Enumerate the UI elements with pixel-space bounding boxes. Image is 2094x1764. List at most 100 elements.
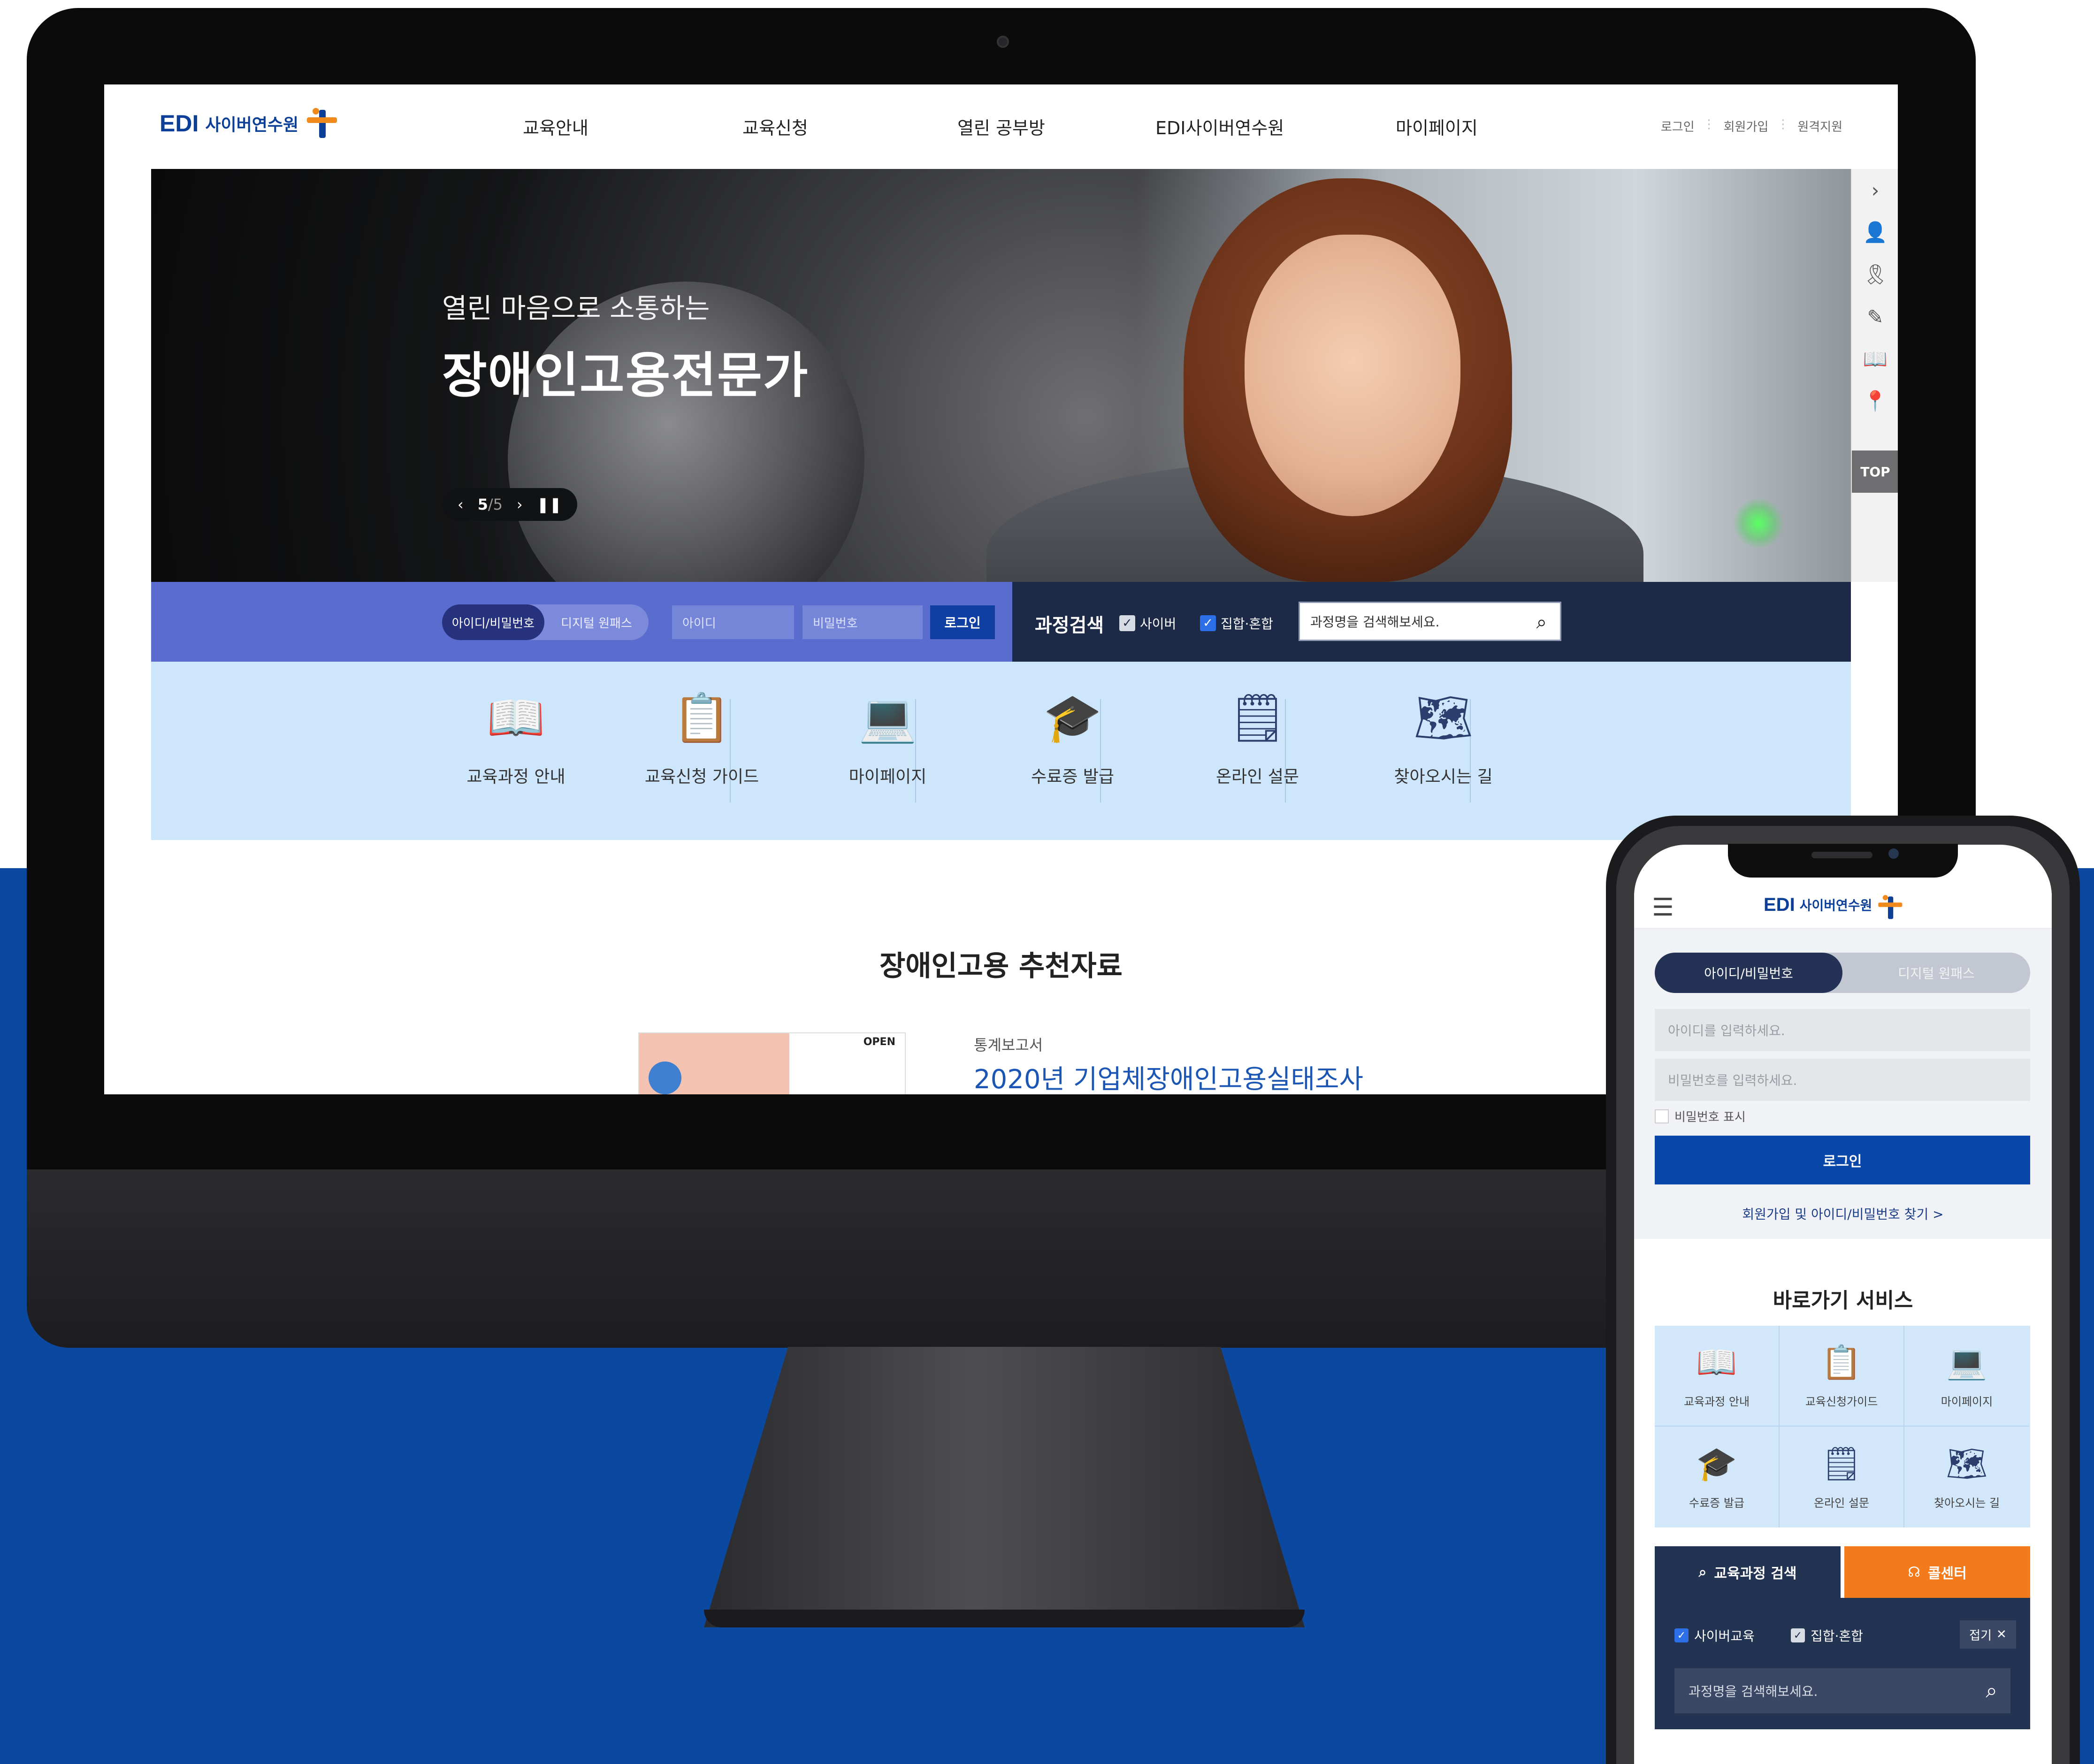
course-search-bar: 과정검색 ✓ 사이버 ✓ 집합·혼합 과정명을 검색해보세요. ⌕ (1012, 582, 1851, 662)
service-label: 마이페이지 (1941, 1395, 1993, 1408)
checkbox-unchecked-icon (1655, 1109, 1669, 1123)
login-bar: 아이디/비밀번호 디지털 원패스 아이디 비밀번호 로그인 (151, 582, 1012, 662)
phone-camera (1888, 848, 1899, 859)
util-join-link[interactable]: 회원가입 (1724, 117, 1769, 135)
location-pin-icon[interactable]: 📍 (1852, 380, 1898, 422)
search-icon[interactable]: ⌕ (1536, 611, 1547, 633)
tab-course-search[interactable]: ⌕ 교육과정 검색 (1655, 1546, 1841, 1598)
mobile-login-type-toggle: 아이디/비밀번호 디지털 원패스 (1655, 953, 2030, 993)
laptop-play-icon: 💻 (1946, 1343, 1987, 1382)
survey-document-icon: 🗒 (1820, 1444, 1863, 1483)
checkbox-checked-icon: ✓ (1674, 1628, 1689, 1642)
quick-item-survey[interactable]: 🗒 온라인 설문 (1165, 690, 1350, 812)
slide-controls: ‹ 5/5 › ❚❚ (442, 488, 577, 521)
course-search-placeholder: 과정명을 검색해보세요. (1310, 614, 1440, 630)
map-pin-icon: 🗺 (1414, 690, 1473, 745)
shortcut-services-grid: 📖 교육과정 안내 📋 교육신청가이드 💻 마이페이지 🎓 수료증 발급 🗒 온… (1655, 1326, 2030, 1527)
quick-sidebar: › 👤 🎗 ✎ 📖 📍 TOP (1851, 169, 1898, 582)
util-login-link[interactable]: 로그인 (1661, 117, 1695, 135)
checkbox-cyber[interactable]: ✓ 사이버 (1119, 614, 1176, 633)
mobile-checkbox-cyber[interactable]: ✓ 사이버교육 (1674, 1626, 1755, 1645)
slide-current: 5 (477, 496, 488, 513)
tab-course-search-label: 교육과정 검색 (1714, 1565, 1797, 1582)
mobile-password-input[interactable]: 비밀번호를 입력하세요. (1655, 1059, 2030, 1101)
util-remote-link[interactable]: 원격지원 (1797, 117, 1842, 135)
nav-item-cyber-academy[interactable]: EDI사이버연수원 (1155, 114, 1284, 139)
service-mypage[interactable]: 💻 마이페이지 (1904, 1326, 2029, 1427)
mobile-search-box: ✓ 사이버교육 ✓ 집합·혼합 접기 ✕ 과정명을 검색해보세요. ⌕ (1655, 1598, 2030, 1729)
monitor-stand (704, 1347, 1305, 1627)
quick-item-label: 찾아오시는 길 (1394, 767, 1493, 787)
mobile-checkbox-group[interactable]: ✓ 집합·혼합 (1791, 1626, 1863, 1645)
hero-green-light (1733, 497, 1784, 549)
quick-item-mypage[interactable]: 💻 마이페이지 (795, 690, 980, 812)
nav-item-edu-apply[interactable]: 교육신청 (742, 114, 808, 139)
award-icon[interactable]: 🎗 (1852, 253, 1898, 296)
laptop-play-icon: 💻 (858, 690, 917, 745)
util-separator: ⋮ (1777, 117, 1789, 131)
mobile-tab-digital-onepass[interactable]: 디지털 원패스 (1842, 953, 2030, 993)
password-input[interactable]: 비밀번호 (802, 605, 923, 639)
service-label: 찾아오시는 길 (1934, 1496, 2000, 1510)
graduation-cap-icon: 🎓 (1696, 1444, 1737, 1483)
service-course-info[interactable]: 📖 교육과정 안내 (1655, 1326, 1780, 1427)
mobile-id-input[interactable]: 아이디를 입력하세요. (1655, 1009, 2030, 1051)
quick-item-label: 교육신청 가이드 (644, 767, 759, 787)
next-slide-icon[interactable]: › (517, 496, 523, 513)
chevron-right-icon[interactable]: › (1852, 169, 1898, 211)
search-icon: ⌕ (1698, 1564, 1707, 1581)
id-input[interactable]: 아이디 (672, 605, 794, 639)
nav-item-mypage[interactable]: 마이페이지 (1396, 114, 1478, 139)
quick-item-label: 교육과정 안내 (466, 767, 566, 787)
shortcut-services-title: 바로가기 서비스 (1773, 1289, 1913, 1313)
join-find-account-link[interactable]: 회원가입 및 아이디/비밀번호 찾기 > (1634, 1204, 2052, 1223)
hero-title: 장애인고용전문가 (442, 347, 809, 404)
checkbox-checked-icon: ✓ (1791, 1628, 1805, 1642)
login-button[interactable]: 로그인 (930, 605, 995, 639)
checkbox-group-label: 집합·혼합 (1221, 616, 1273, 632)
tab-call-center[interactable]: ☊ 콜센터 (1844, 1546, 2030, 1598)
checkbox-group[interactable]: ✓ 집합·혼합 (1200, 614, 1273, 633)
recommend-thumbnail[interactable]: OPEN (638, 1032, 906, 1094)
mobile-tab-id-password[interactable]: 아이디/비밀번호 (1655, 953, 1842, 993)
nav-item-study-room[interactable]: 열린 공부방 (957, 114, 1045, 139)
open-book-icon: 📖 (1696, 1343, 1737, 1382)
clipboard-pencil-icon: 📋 (1821, 1343, 1862, 1382)
service-apply-guide[interactable]: 📋 교육신청가이드 (1780, 1326, 1904, 1427)
course-search-input[interactable]: 과정명을 검색해보세요. ⌕ (1299, 602, 1561, 641)
global-nav: 교육안내 교육신청 열린 공부방 EDI사이버연수원 마이페이지 (104, 114, 1898, 142)
quick-item-label: 온라인 설문 (1215, 767, 1299, 787)
survey-document-icon: 🗒 (1228, 690, 1287, 745)
hamburger-menu-icon[interactable]: ☰ (1652, 893, 1674, 922)
tab-id-password[interactable]: 아이디/비밀번호 (442, 604, 544, 640)
user-icon[interactable]: 👤 (1852, 211, 1898, 253)
mobile-logo[interactable]: EDI 사이버연수원 (1764, 892, 1903, 919)
mobile-login-button[interactable]: 로그인 (1655, 1136, 2030, 1184)
course-search-label: 과정검색 (1035, 615, 1104, 636)
tab-call-center-label: 콜센터 (1927, 1565, 1967, 1582)
scroll-top-button[interactable]: TOP (1852, 451, 1898, 493)
service-survey[interactable]: 🗒 온라인 설문 (1780, 1427, 1904, 1527)
service-label: 온라인 설문 (1813, 1496, 1870, 1510)
headset-icon: ☊ (1908, 1564, 1920, 1581)
quick-item-certificate[interactable]: 🎓 수료증 발급 (980, 690, 1165, 812)
pencil-icon[interactable]: ✎ (1852, 296, 1898, 338)
close-icon: ✕ (1996, 1627, 2007, 1642)
quick-item-course-info[interactable]: 📖 교육과정 안내 (423, 690, 609, 812)
quick-item-directions[interactable]: 🗺 찾아오시는 길 (1351, 690, 1536, 812)
service-certificate[interactable]: 🎓 수료증 발급 (1655, 1427, 1780, 1527)
service-directions[interactable]: 🗺 찾아오시는 길 (1904, 1427, 2029, 1527)
pause-icon[interactable]: ❚❚ (536, 496, 562, 513)
prev-slide-icon[interactable]: ‹ (458, 496, 464, 513)
recommend-item-title[interactable]: 2020년 기업체장애인고용실태조사 (974, 1058, 1363, 1094)
nav-item-edu-info[interactable]: 교육안내 (523, 114, 588, 139)
search-icon[interactable]: ⌕ (1986, 1679, 1997, 1703)
service-label: 교육과정 안내 (1683, 1395, 1750, 1408)
fold-button[interactable]: 접기 ✕ (1960, 1620, 2016, 1649)
show-password-checkbox[interactable]: 비밀번호 표시 (1655, 1107, 1746, 1125)
quick-item-apply-guide[interactable]: 📋 교육신청 가이드 (609, 690, 795, 812)
book-icon[interactable]: 📖 (1852, 338, 1898, 380)
mobile-checkbox-group-label: 집합·혼합 (1811, 1628, 1863, 1644)
mobile-course-search-input[interactable]: 과정명을 검색해보세요. ⌕ (1674, 1668, 2010, 1713)
tab-digital-onepass[interactable]: 디지털 원패스 (544, 604, 649, 640)
